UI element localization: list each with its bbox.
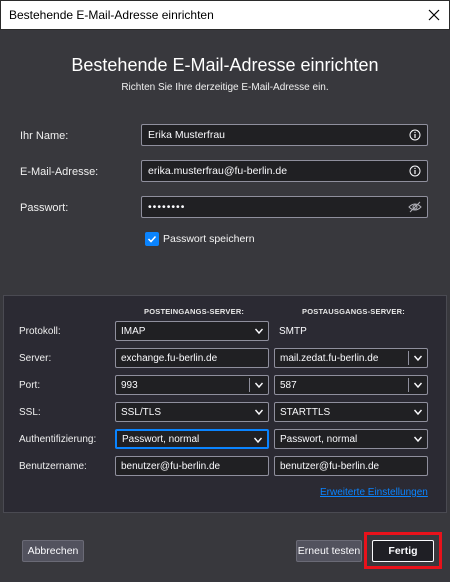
divider [249, 378, 250, 392]
incoming-username-value: benutzer@fu-berlin.de [121, 460, 221, 472]
close-icon[interactable] [419, 1, 449, 29]
protocol-label: Protokoll: [19, 326, 61, 337]
chevron-down-icon [413, 382, 423, 389]
chevron-down-icon [254, 328, 264, 335]
chevron-down-icon [413, 436, 423, 443]
incoming-ssl-value: SSL/TLS [121, 406, 162, 418]
outgoing-port-value: 587 [280, 379, 297, 391]
divider [408, 351, 409, 365]
incoming-ssl-select[interactable]: SSL/TLS [115, 402, 269, 422]
outgoing-server-combobox[interactable]: mail.zedat.fu-berlin.de [274, 348, 428, 368]
advanced-settings-link[interactable]: Erweiterte Einstellungen [320, 487, 428, 498]
outgoing-server-header: POSTAUSGANGS-SERVER: [302, 307, 405, 316]
name-label-text: Ihr Name: [20, 130, 69, 142]
name-value: Erika Musterfrau [148, 129, 226, 141]
chevron-down-icon [254, 409, 264, 416]
check-icon [147, 235, 157, 243]
highlight-box [364, 532, 442, 569]
window-titlebar: Bestehende E-Mail-Adresse einrichten [0, 0, 450, 30]
outgoing-protocol-value: SMTP [279, 326, 307, 337]
info-icon [408, 164, 422, 178]
chevron-down-icon [413, 355, 423, 362]
auth-label: Authentifizierung: [19, 434, 97, 445]
outgoing-server-value: mail.zedat.fu-berlin.de [280, 352, 379, 364]
remember-password-checkbox[interactable] [145, 232, 159, 246]
incoming-protocol-value: IMAP [121, 325, 146, 337]
ssl-label: SSL: [19, 407, 41, 418]
port-label: Port: [19, 380, 41, 391]
email-label-text: E-Mail-Adresse: [20, 166, 99, 178]
incoming-protocol-select[interactable]: IMAP [115, 321, 269, 341]
outgoing-ssl-select[interactable]: STARTTLS [274, 402, 428, 422]
outgoing-username-input[interactable]: benutzer@fu-berlin.de [274, 456, 428, 476]
eye-slash-icon[interactable] [408, 200, 422, 214]
cancel-button-label: Abbrechen [27, 545, 79, 557]
incoming-port-value: 993 [121, 379, 138, 391]
outgoing-ssl-value: STARTTLS [280, 406, 331, 418]
page-title: Bestehende E-Mail-Adresse einrichten [71, 55, 379, 75]
outgoing-auth-select[interactable]: Passwort, normal [274, 429, 428, 449]
incoming-username-input[interactable]: benutzer@fu-berlin.de [115, 456, 269, 476]
password-value: •••••••• [148, 201, 186, 213]
outgoing-username-value: benutzer@fu-berlin.de [280, 460, 380, 472]
incoming-auth-value: Passwort, normal [122, 433, 200, 445]
outgoing-port-combobox[interactable]: 587 [274, 375, 428, 395]
retest-button-label: Erneut testen [297, 545, 361, 557]
email-value: erika.musterfrau@fu-berlin.de [148, 165, 288, 177]
username-label: Benutzername: [19, 461, 87, 472]
cancel-button[interactable]: Abbrechen [22, 540, 84, 562]
server-label: Server: [19, 353, 52, 364]
name-input[interactable]: Erika Musterfrau [141, 124, 428, 146]
incoming-port-combobox[interactable]: 993 [115, 375, 269, 395]
incoming-server-input[interactable]: exchange.fu-berlin.de [115, 348, 269, 368]
outgoing-auth-value: Passwort, normal [280, 433, 358, 445]
password-label-text: Passwort: [20, 202, 69, 214]
divider [408, 378, 409, 392]
email-input[interactable]: erika.musterfrau@fu-berlin.de [141, 160, 428, 182]
chevron-down-icon [254, 382, 264, 389]
retest-button[interactable]: Erneut testen [296, 540, 362, 562]
info-icon [408, 128, 422, 142]
chevron-down-icon [413, 409, 423, 416]
chevron-down-icon [253, 437, 263, 444]
incoming-server-value: exchange.fu-berlin.de [121, 352, 218, 364]
name-label: Ihr Name: [20, 130, 68, 142]
password-input[interactable]: •••••••• [141, 196, 428, 218]
remember-password-label[interactable]: Passwort speichern [163, 233, 255, 245]
email-label: E-Mail-Adresse: [20, 166, 98, 178]
page-subtitle: Richten Sie Ihre derzeitige E-Mail-Adres… [121, 82, 329, 93]
window-title: Bestehende E-Mail-Adresse einrichten [9, 8, 214, 22]
password-label: Passwort: [20, 202, 68, 214]
incoming-auth-select[interactable]: Passwort, normal [115, 429, 269, 449]
incoming-server-header: POSTEINGANGS-SERVER: [144, 307, 245, 316]
